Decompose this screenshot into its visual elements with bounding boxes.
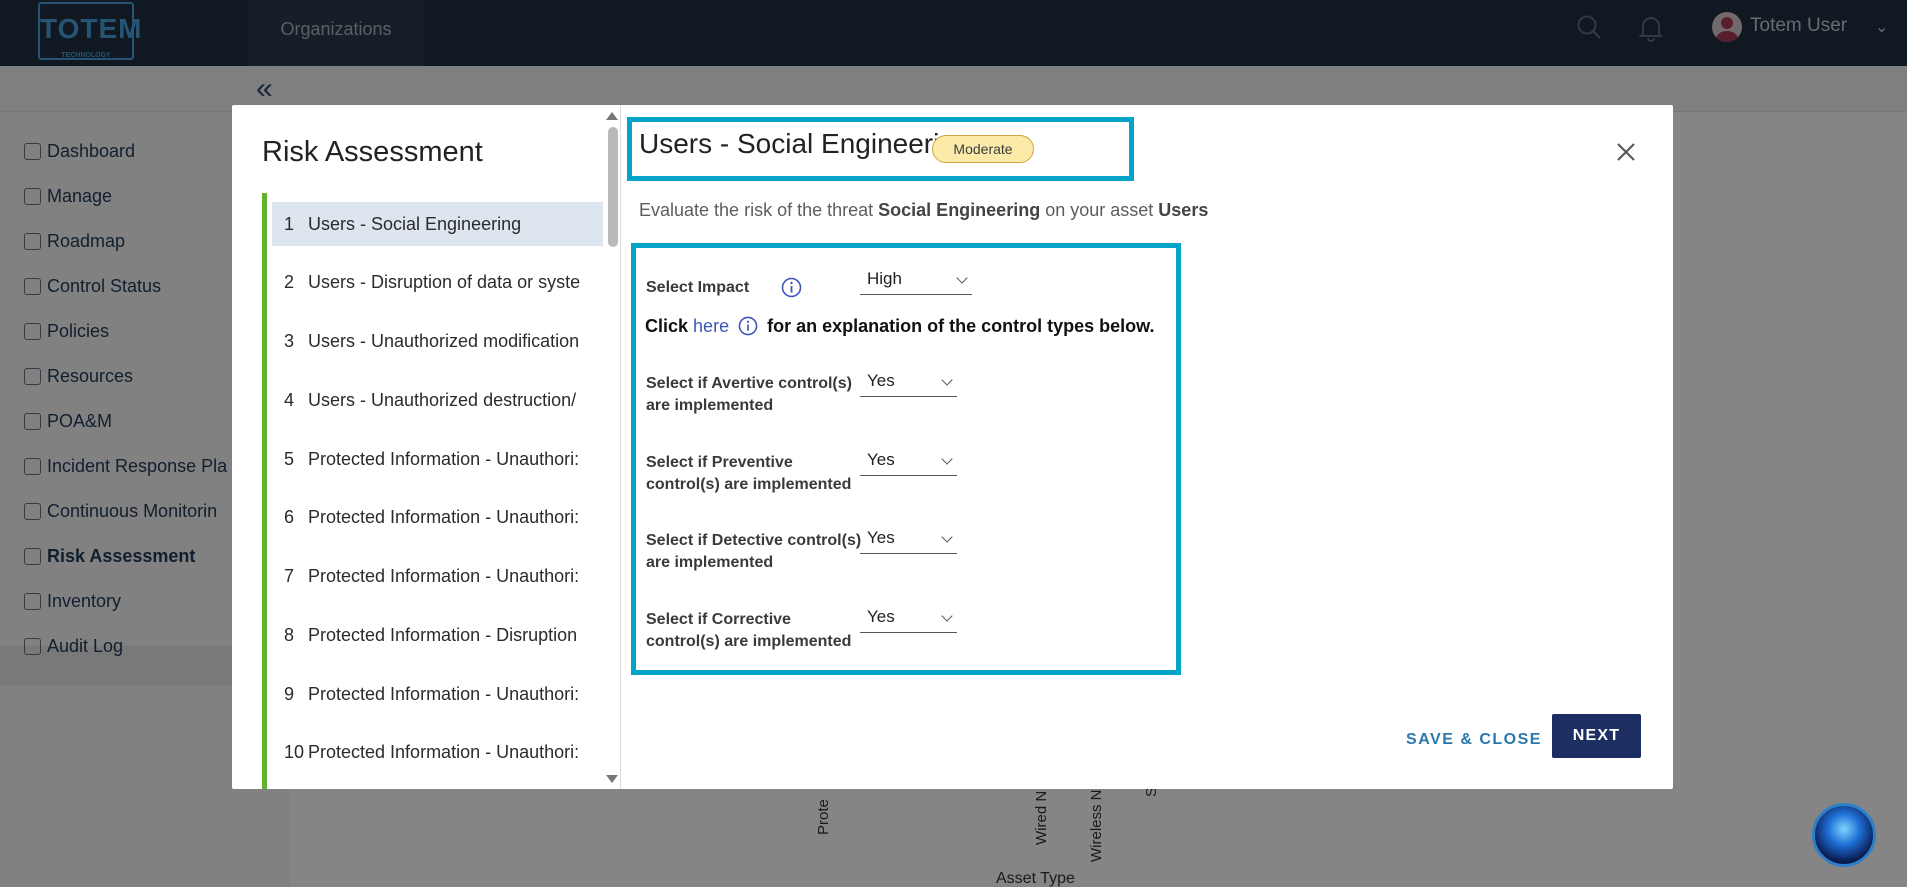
step-item[interactable]: 5 Protected Information - Unauthori:: [272, 437, 603, 481]
step-item[interactable]: 10 Protected Information - Unauthori:: [272, 730, 603, 774]
step-list-scrollbar[interactable]: [608, 127, 618, 247]
chevron-down-icon: [941, 531, 953, 543]
label-line: Select if Avertive control(s): [646, 375, 852, 392]
step-label: Protected Information - Unauthori:: [308, 506, 580, 527]
control-question-label: Select if Preventive control(s) are imple…: [646, 452, 876, 496]
control-select[interactable]: Yes: [860, 367, 957, 397]
risk-level-badge: Moderate: [932, 135, 1034, 163]
label-line: are implemented: [646, 554, 774, 571]
scroll-up-icon[interactable]: [606, 112, 618, 120]
step-number: 5: [284, 448, 295, 469]
step-item[interactable]: 4 Users - Unauthorized destruction/: [272, 378, 603, 422]
label-line: Select if Preventive: [646, 454, 793, 471]
step-progress-rail: [262, 193, 267, 789]
step-item[interactable]: 3 Users - Unauthorized modification: [272, 319, 603, 363]
help-text: for an explanation of the control types …: [767, 316, 1155, 336]
control-question-label: Select if Detective control(s) are implem…: [646, 530, 876, 574]
step-item[interactable]: 1 Users - Social Engineering: [272, 202, 603, 246]
scroll-down-icon[interactable]: [606, 775, 618, 783]
next-button[interactable]: NEXT: [1552, 714, 1641, 758]
step-number: 6: [284, 506, 295, 527]
control-selected-value: Yes: [867, 607, 895, 626]
control-select[interactable]: Yes: [860, 603, 957, 633]
chevron-down-icon: [941, 610, 953, 622]
threat-name: Social Engineering: [878, 200, 1041, 220]
description-text: on your asset: [1045, 200, 1154, 220]
control-types-link[interactable]: here: [693, 316, 729, 336]
info-icon[interactable]: [738, 316, 758, 336]
control-select[interactable]: Yes: [860, 446, 957, 476]
chevron-down-icon: [941, 453, 953, 465]
step-label: Users - Social Engineering: [308, 213, 522, 234]
assessment-description: Evaluate the risk of the threat Social E…: [639, 200, 1208, 221]
step-number: 3: [284, 330, 295, 351]
step-number: 4: [284, 389, 295, 410]
impact-select[interactable]: High: [860, 265, 972, 295]
step-list-panel: Risk Assessment 1 Users - Social Engineer…: [232, 105, 621, 789]
step-number: 10: [284, 741, 305, 762]
step-number: 7: [284, 565, 295, 586]
threat-title: Users - Social Engineering: [639, 128, 971, 159]
impact-selected-value: High: [867, 269, 902, 288]
control-selected-value: Yes: [867, 528, 895, 547]
assistant-chat-icon[interactable]: [1812, 803, 1876, 867]
label-line: control(s) are implemented: [646, 476, 852, 493]
description-text: Evaluate the risk of the threat: [639, 200, 874, 220]
control-select[interactable]: Yes: [860, 524, 957, 554]
risk-assessment-modal: Risk Assessment 1 Users - Social Engineer…: [232, 105, 1673, 789]
step-number: 8: [284, 624, 295, 645]
control-types-help: Click here for an explanation of the con…: [645, 316, 1154, 337]
step-item[interactable]: 8 Protected Information - Disruption: [272, 613, 603, 657]
step-item[interactable]: 9 Protected Information - Unauthori:: [272, 672, 603, 716]
label-line: are implemented: [646, 397, 774, 414]
step-label: Users - Disruption of data or syste: [308, 271, 581, 292]
impact-label: Select Impact: [646, 279, 750, 296]
chevron-down-icon: [941, 374, 953, 386]
step-label: Protected Information - Unauthori:: [308, 683, 580, 704]
label-line: Select if Corrective: [646, 611, 791, 628]
step-label: Protected Information - Unauthori:: [308, 741, 580, 762]
control-selected-value: Yes: [867, 450, 895, 469]
step-item[interactable]: 2 Users - Disruption of data or syste: [272, 260, 603, 304]
assessment-panel: Users - Social Engineering Moderate Eval…: [621, 105, 1673, 789]
help-text: Click: [645, 316, 689, 336]
asset-name: Users: [1158, 200, 1209, 220]
save-close-button[interactable]: SAVE & CLOSE: [1406, 725, 1542, 755]
step-label: Protected Information - Unauthori:: [308, 448, 580, 469]
panel-title: Risk Assessment: [262, 136, 483, 168]
step-number: 9: [284, 683, 295, 704]
step-item[interactable]: 7 Protected Information - Unauthori:: [272, 554, 603, 598]
step-number: 1: [284, 213, 295, 234]
control-selected-value: Yes: [867, 371, 895, 390]
step-item[interactable]: 6 Protected Information - Unauthori:: [272, 495, 603, 539]
label-line: control(s) are implemented: [646, 633, 852, 650]
control-question-label: Select if Avertive control(s) are impleme…: [646, 373, 876, 417]
step-label: Users - Unauthorized destruction/: [308, 389, 577, 410]
label-line: Select if Detective control(s): [646, 532, 862, 549]
control-question-label: Select if Corrective control(s) are imple…: [646, 609, 876, 653]
close-icon[interactable]: [1612, 138, 1640, 166]
step-number: 2: [284, 271, 295, 292]
chevron-down-icon: [956, 272, 968, 284]
step-label: Protected Information - Unauthori:: [308, 565, 580, 586]
step-label: Protected Information - Disruption: [308, 624, 578, 645]
step-label: Users - Unauthorized modification: [308, 330, 580, 351]
info-icon[interactable]: [781, 277, 802, 298]
